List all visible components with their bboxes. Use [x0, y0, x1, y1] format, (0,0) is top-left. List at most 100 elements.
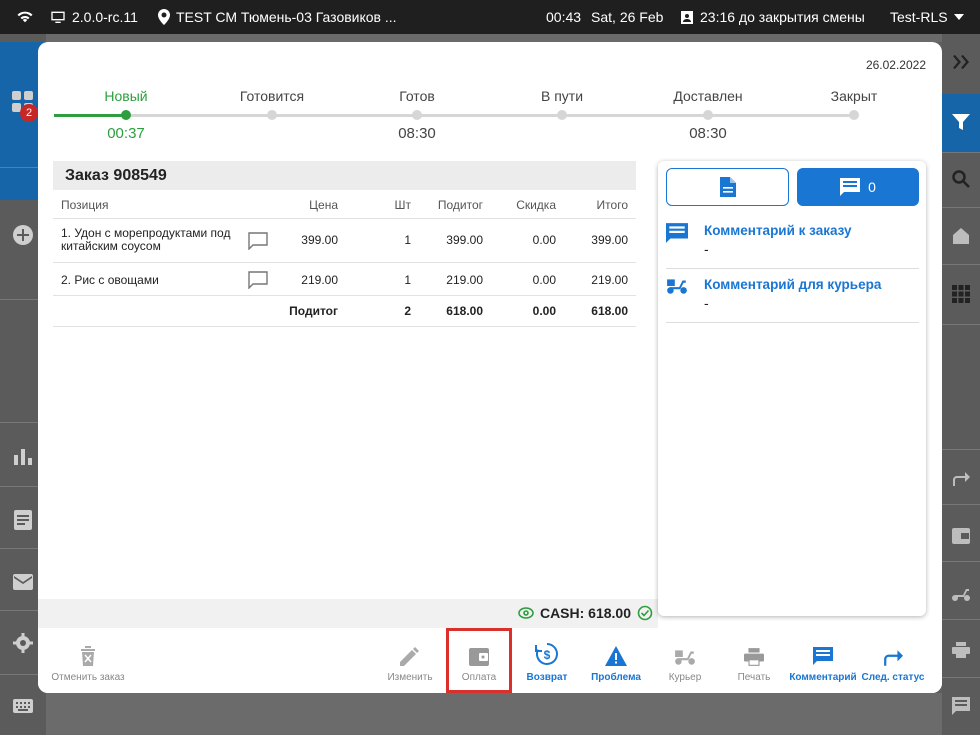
comment-button[interactable]: Комментарий — [788, 628, 858, 693]
settings-gear-icon[interactable] — [11, 631, 35, 655]
rail-divider — [942, 152, 980, 153]
user-menu[interactable]: Test-RLS — [890, 0, 964, 34]
clock: 00:43 Sat, 26 Feb — [546, 0, 663, 34]
item-name: 1. Удон с морепродуктами под китайским с… — [61, 226, 231, 253]
background-header — [0, 34, 980, 42]
bar-chart-icon[interactable] — [11, 444, 35, 468]
location-selector[interactable]: TEST СМ Тюмень-03 Газовиков ... — [158, 0, 397, 34]
location-name: TEST СМ Тюмень-03 Газовиков ... — [176, 9, 397, 25]
item-price: 399.00 — [301, 233, 338, 247]
check-circle-icon — [637, 605, 653, 621]
right-nav-rail — [942, 34, 980, 735]
orders-badge: 2 — [20, 104, 38, 122]
comments-panel: 0 Комментарий к заказу - Комментарий для… — [658, 161, 926, 616]
cash-summary: CASH: 618.00 — [518, 605, 653, 621]
courier-comment-title: Комментарий для курьера — [704, 277, 882, 292]
print-button[interactable]: Печать — [726, 628, 782, 693]
cash-icon — [518, 607, 534, 619]
rail-divider — [942, 207, 980, 208]
step-time: 00:37 — [107, 125, 145, 142]
app-version: 2.0.0-rc.11 — [72, 9, 138, 25]
monitor-icon — [51, 11, 65, 23]
rail-divider — [942, 449, 980, 450]
comment-icon[interactable] — [949, 694, 973, 718]
scooter-icon — [675, 650, 695, 665]
item-discount: 0.00 — [532, 273, 556, 287]
printer-icon[interactable] — [949, 638, 973, 662]
problem-button[interactable]: Проблема — [586, 628, 646, 693]
grid-view-icon[interactable] — [949, 282, 973, 306]
rail-divider — [942, 324, 980, 325]
status-stepper: Новый 00:37 Готовится Готов 08:30 В пути… — [54, 86, 926, 146]
clock-date: Sat, 26 Feb — [591, 9, 664, 25]
comments-tab-button[interactable]: 0 — [797, 168, 919, 206]
location-pin-icon — [158, 9, 170, 25]
mail-icon[interactable] — [11, 570, 35, 594]
table-row[interactable]: 2. Рис с овощами 219.00 1 219.00 0.00 21… — [53, 263, 636, 296]
pencil-icon — [400, 647, 419, 666]
item-comment-icon[interactable] — [248, 232, 268, 251]
step-on-way: В пути — [502, 86, 622, 125]
payment-bar: CASH: 618.00 — [38, 599, 658, 628]
item-qty: 1 — [404, 233, 411, 247]
clock-time: 00:43 — [546, 9, 582, 25]
problem-label: Проблема — [591, 672, 641, 683]
comment-icon — [840, 178, 861, 196]
filter-icon[interactable] — [949, 110, 973, 134]
rail-divider — [942, 264, 980, 265]
print-label: Печать — [737, 672, 771, 683]
courier-comment[interactable]: Комментарий для курьера - — [666, 271, 919, 323]
double-chevron-right-icon[interactable] — [949, 50, 973, 74]
document-tab-button[interactable] — [666, 168, 789, 206]
item-price: 219.00 — [301, 273, 338, 287]
caret-down-icon — [953, 14, 964, 20]
item-name: 2. Рис с овощами — [61, 273, 159, 287]
col-qty: Шт — [394, 198, 412, 212]
forward-arrow-icon[interactable] — [949, 467, 973, 491]
item-total: 399.00 — [591, 233, 628, 247]
cash-amount: CASH: 618.00 — [539, 605, 631, 621]
document-list-icon[interactable] — [11, 508, 35, 532]
status-left: 2.0.0-rc.11 — [16, 0, 138, 34]
step-dot — [557, 110, 567, 120]
rail-divider — [942, 619, 980, 620]
next-status-label: След. статус — [861, 672, 925, 683]
step-delivered: Доставлен 08:30 — [648, 86, 768, 142]
item-total: 219.00 — [591, 273, 628, 287]
shift-text: 23:16 до закрытия смены — [700, 9, 865, 25]
rail-divider — [942, 504, 980, 505]
keyboard-icon[interactable] — [11, 694, 35, 718]
edit-button[interactable]: Изменить — [382, 628, 438, 693]
order-comment[interactable]: Комментарий к заказу - — [666, 217, 919, 269]
add-circle-icon[interactable] — [11, 223, 35, 247]
next-status-button[interactable]: След. статус — [860, 628, 926, 693]
step-label: Готовится — [239, 88, 305, 104]
order-modal: 26.02.2022 Новый 00:37 Готовится Готов 0… — [38, 42, 942, 693]
search-icon[interactable] — [949, 167, 973, 191]
totals-discount: 0.00 — [532, 304, 556, 318]
item-comment-icon[interactable] — [248, 271, 268, 290]
warning-icon — [605, 646, 627, 666]
step-cooking: Готовится — [212, 86, 332, 125]
cancel-order-button[interactable]: Отменить заказ — [42, 628, 134, 693]
table-row[interactable]: 1. Удон с морепродуктами под китайским с… — [53, 219, 636, 263]
step-closed: Закрыт — [794, 86, 914, 125]
comment-label: Комментарий — [789, 672, 857, 683]
svg-text:$: $ — [544, 648, 551, 662]
courier-button[interactable]: Курьер — [656, 628, 714, 693]
wallet-icon — [469, 648, 489, 666]
scooter-icon — [666, 277, 688, 300]
order-comment-title: Комментарий к заказу — [704, 223, 852, 238]
forward-arrow-icon — [884, 650, 903, 666]
scooter-icon[interactable] — [949, 582, 973, 606]
col-discount: Скидка — [516, 198, 556, 212]
trash-icon — [81, 646, 95, 666]
courier-comment-value: - — [704, 295, 709, 311]
wallet-icon[interactable] — [949, 524, 973, 548]
totals-qty: 2 — [404, 304, 411, 318]
store-icon[interactable] — [949, 224, 973, 248]
refund-button[interactable]: $ Возврат — [518, 628, 576, 693]
totals-total: 618.00 — [591, 304, 628, 318]
payment-button[interactable]: Оплата — [446, 628, 512, 693]
step-label: Новый — [104, 88, 148, 104]
